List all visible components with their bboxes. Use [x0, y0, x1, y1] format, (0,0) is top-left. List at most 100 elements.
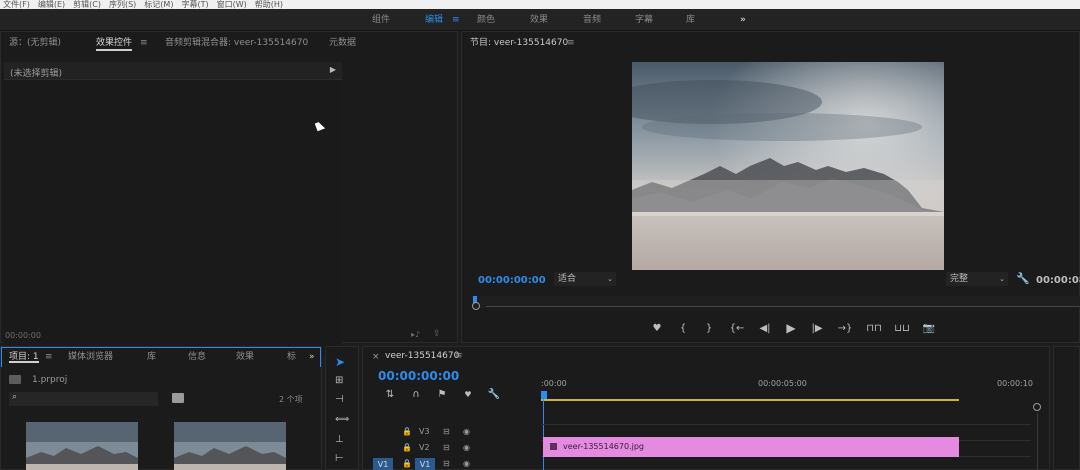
eye-icon[interactable]: ◉: [463, 459, 470, 468]
lift-icon[interactable]: ⊓⊓: [860, 323, 888, 334]
track-name[interactable]: V1: [415, 458, 435, 470]
time-ruler[interactable]: :00:00 00:00:05:00 00:00:10: [541, 375, 1041, 403]
workspace-tab-audio[interactable]: 音频: [583, 9, 601, 31]
sync-lock-icon[interactable]: ⊟: [443, 443, 450, 452]
eye-icon[interactable]: ◉: [463, 443, 470, 452]
menu-item[interactable]: 文件(F): [3, 0, 30, 9]
step-forward-icon[interactable]: |▶: [804, 323, 830, 334]
snap-icon[interactable]: ∩: [403, 389, 429, 400]
menu-item[interactable]: 序列(S): [109, 0, 136, 9]
tab-audio-clip-mixer[interactable]: 音频剪辑混合器: veer-135514670: [165, 32, 308, 54]
search-field[interactable]: ⌕: [9, 392, 158, 406]
mark-in-icon[interactable]: {: [670, 323, 696, 334]
ruler-label: 00:00:10: [997, 379, 1033, 388]
timeline-playhead-icon[interactable]: [541, 391, 547, 399]
tab-project[interactable]: 项目: 1: [9, 348, 39, 366]
wrench-icon[interactable]: 🔧: [1016, 272, 1030, 285]
filter-icon[interactable]: ▸♪: [411, 330, 420, 339]
zoom-handle-icon[interactable]: [472, 302, 480, 310]
menu-item[interactable]: 标记(M): [144, 0, 173, 9]
tab-source[interactable]: 源：(无剪辑): [9, 32, 61, 54]
menu-item[interactable]: 字幕(T): [181, 0, 208, 9]
menu-item[interactable]: 剪辑(C): [73, 0, 101, 9]
go-to-in-icon[interactable]: {←: [722, 323, 752, 334]
tab-effects[interactable]: 效果: [236, 348, 254, 366]
panel-menu-icon[interactable]: ≡: [140, 32, 148, 54]
mark-out-icon[interactable]: }: [696, 323, 722, 334]
sync-lock-icon[interactable]: ⊟: [443, 427, 450, 436]
sequence-tab[interactable]: veer-135514670: [385, 351, 459, 361]
tab-info[interactable]: 信息: [188, 348, 206, 366]
linked-selection-icon[interactable]: ⚑: [429, 389, 455, 400]
lock-icon[interactable]: 🔒: [402, 443, 412, 452]
vertical-zoom-handle-icon[interactable]: [1033, 403, 1041, 411]
playhead-line: [543, 397, 544, 470]
track-select-tool-icon[interactable]: ⊞: [335, 375, 343, 386]
selection-tool-icon[interactable]: ➤: [335, 355, 345, 369]
step-back-icon[interactable]: ◀|: [752, 323, 778, 334]
add-marker-icon[interactable]: ♥: [455, 390, 481, 399]
workspace-tab-effects[interactable]: 效果: [530, 9, 548, 31]
export-icon[interactable]: ⇪: [433, 329, 441, 339]
vertical-scrollbar[interactable]: [1037, 413, 1038, 470]
work-area-bar[interactable]: [541, 399, 959, 401]
new-bin-icon[interactable]: [172, 393, 184, 403]
project-menu-icon[interactable]: ≡: [45, 348, 53, 366]
tab-effect-controls[interactable]: 效果控件: [96, 32, 133, 54]
sync-lock-icon[interactable]: ⊟: [443, 459, 450, 468]
add-marker-icon[interactable]: ♥: [644, 323, 670, 334]
panel-overflow-icon[interactable]: »: [309, 348, 315, 366]
track-header-v2: 🔒 V2 ⊟ ◉: [363, 441, 538, 455]
tab-media-browser[interactable]: 媒体浏览器: [68, 348, 113, 366]
quality-select[interactable]: 完整 ⌄: [946, 272, 1008, 286]
extract-icon[interactable]: ⊔⊔: [888, 323, 916, 334]
slip-tool-icon[interactable]: ⊢: [335, 453, 344, 464]
lock-icon[interactable]: 🔒: [402, 427, 412, 436]
menu-item[interactable]: 编辑(E): [38, 0, 65, 9]
program-menu-icon[interactable]: ≡: [567, 32, 575, 54]
nest-icon[interactable]: ⇅: [377, 389, 403, 400]
tab-markers[interactable]: 标: [287, 348, 296, 366]
tab-metadata[interactable]: 元数据: [329, 32, 356, 54]
workspace-tab-libraries[interactable]: 库: [686, 9, 695, 31]
tab-libraries[interactable]: 库: [147, 348, 156, 366]
quality-select-value: 完整: [950, 274, 969, 284]
media-thumbnail[interactable]: [174, 422, 286, 470]
expand-arrow-icon[interactable]: ▶: [330, 65, 336, 74]
transport-controls: ♥ { } {← ◀| ▶ |▶ →} ⊓⊓ ⊔⊔ 📷: [644, 320, 944, 336]
eye-icon[interactable]: ◉: [463, 427, 470, 436]
zoom-select[interactable]: 适合 ⌄: [554, 272, 616, 286]
menu-item[interactable]: 帮助(H): [255, 0, 283, 9]
workspace-menu-icon[interactable]: ≡: [452, 9, 460, 31]
menu-item[interactable]: 窗口(W): [217, 0, 247, 9]
timeline-menu-icon[interactable]: ≡: [455, 351, 463, 361]
chevron-down-icon: ⌄: [607, 275, 613, 283]
workspace-overflow-icon[interactable]: »: [740, 9, 746, 31]
lock-icon[interactable]: 🔒: [402, 459, 412, 468]
timeline-timecode[interactable]: 00:00:00:00: [378, 369, 459, 383]
camera-icon[interactable]: 📷: [916, 323, 942, 334]
workspace-tab-captions[interactable]: 字幕: [635, 9, 653, 31]
clip-name: veer-135514670.jpg: [563, 442, 644, 451]
program-timecode[interactable]: 00:00:00:00: [478, 275, 546, 286]
play-icon[interactable]: ▶: [778, 321, 804, 335]
close-sequence-icon[interactable]: ×: [372, 352, 380, 362]
item-count: 2 个项: [279, 395, 303, 404]
media-thumbnail[interactable]: [26, 422, 138, 470]
program-scrubber[interactable]: [472, 296, 1080, 310]
razor-tool-icon[interactable]: ⊥: [335, 434, 344, 445]
no-clip-label: (未选择剪辑): [10, 69, 63, 79]
ruler-label: 00:00:05:00: [758, 379, 807, 388]
timeline-settings-icon[interactable]: 🔧: [481, 389, 507, 400]
workspace-tab-color[interactable]: 颜色: [477, 9, 495, 31]
go-to-out-icon[interactable]: →}: [830, 323, 860, 334]
source-patch-v1[interactable]: V1: [373, 458, 393, 470]
search-input[interactable]: [23, 393, 153, 405]
rate-stretch-tool-icon[interactable]: ⟺: [335, 414, 349, 425]
workspace-tab-assembly[interactable]: 组件: [372, 9, 390, 31]
scrub-track: [486, 306, 1080, 307]
timeline-clip[interactable]: veer-135514670.jpg: [543, 437, 959, 457]
no-clip-row: (未选择剪辑) ▶: [4, 62, 342, 80]
ripple-edit-tool-icon[interactable]: ⊣: [335, 394, 344, 405]
workspace-tab-editing[interactable]: 编辑: [425, 9, 443, 31]
